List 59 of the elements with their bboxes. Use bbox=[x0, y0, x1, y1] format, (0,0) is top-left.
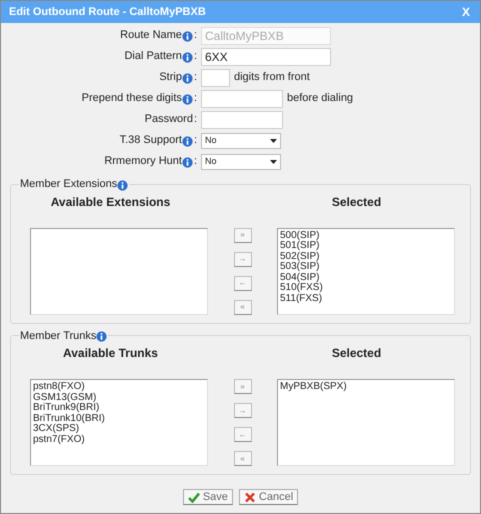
field-label: Strip bbox=[159, 70, 182, 86]
list-item[interactable]: 3CX(SPS) bbox=[33, 424, 207, 434]
field-label: Route Name bbox=[120, 28, 182, 44]
field-hint: digits from front bbox=[234, 70, 310, 86]
list-item[interactable]: pstn7(FXO) bbox=[33, 434, 207, 445]
list-box[interactable]: MyPBXB(SPX) bbox=[277, 379, 455, 466]
label-colon: : bbox=[194, 154, 197, 170]
field-label: T.38 Support bbox=[120, 133, 182, 148]
group-legend: Member Extensions bbox=[20, 176, 118, 192]
list-box[interactable]: pstn8(FXO) GSM13(GSM) BriTrunk9(BRI) BriTrunk10(BRI) 3CX(SPS) pstn7(FXO) bbox=[30, 379, 208, 466]
label-colon: : bbox=[194, 49, 197, 64]
list-item[interactable]: BriTrunk9(BRI) bbox=[33, 403, 207, 414]
list-item[interactable]: 502(SIP) bbox=[280, 252, 454, 262]
label-colon: : bbox=[194, 133, 197, 148]
list-item[interactable]: GSM13(GSM) bbox=[33, 392, 207, 403]
list-item[interactable]: BriTrunk10(BRI) bbox=[33, 414, 207, 424]
dropdown[interactable]: No bbox=[201, 132, 281, 148]
cancel-button[interactable]: Cancel bbox=[238, 489, 298, 505]
list-item[interactable]: 501(SIP) bbox=[280, 241, 454, 252]
list-item[interactable]: 511(FXS) bbox=[280, 294, 454, 304]
dropdown[interactable]: No bbox=[201, 154, 281, 170]
label-colon: : bbox=[194, 112, 197, 128]
label-colon: : bbox=[194, 28, 197, 44]
input-field[interactable] bbox=[201, 90, 283, 108]
cross-icon bbox=[244, 492, 256, 502]
field-label: Rrmemory Hunt bbox=[104, 154, 182, 170]
column-heading: Available Trunks bbox=[62, 345, 159, 362]
info-icon[interactable] bbox=[182, 52, 193, 63]
column-heading: Selected bbox=[330, 345, 382, 362]
field-hint: before dialing bbox=[287, 91, 354, 106]
save-button[interactable]: Save bbox=[182, 489, 233, 505]
info-icon[interactable] bbox=[182, 136, 193, 147]
label-colon: : bbox=[194, 70, 197, 86]
caret-icon bbox=[270, 138, 277, 142]
field-label: Password bbox=[144, 112, 193, 128]
field-label: Prepend these digits bbox=[82, 91, 182, 106]
checkmark-icon bbox=[188, 492, 200, 502]
input-field[interactable] bbox=[201, 68, 230, 86]
column-heading: Available Extensions bbox=[50, 194, 172, 210]
info-icon[interactable] bbox=[182, 156, 193, 168]
window-title: Edit Outbound Route - CalltoMyPBXB bbox=[9, 4, 206, 20]
field-label: Dial Pattern bbox=[124, 49, 182, 64]
list-item[interactable]: MyPBXB(SPX) bbox=[280, 382, 454, 392]
info-icon[interactable] bbox=[182, 94, 193, 105]
list-item[interactable]: 500(SIP) bbox=[280, 230, 454, 241]
column-heading: Selected bbox=[330, 194, 382, 210]
list-item[interactable]: 510(FXS) bbox=[280, 283, 454, 294]
caret-icon bbox=[270, 160, 277, 164]
info-icon[interactable] bbox=[117, 180, 128, 190]
list-item[interactable]: 503(SIP) bbox=[280, 262, 454, 272]
label-colon: : bbox=[194, 91, 197, 106]
info-icon[interactable] bbox=[96, 331, 108, 342]
list-box[interactable]: 500(SIP) 501(SIP) 502(SIP) 503(SIP) 504(SIP) 510(FXS) 511(FXS) bbox=[277, 228, 455, 314]
input-field[interactable]: 6XX bbox=[201, 48, 331, 66]
input-field[interactable] bbox=[201, 110, 283, 128]
group-legend: Member Trunks bbox=[20, 328, 96, 344]
list-item[interactable]: pstn8(FXO) bbox=[33, 382, 207, 392]
info-icon[interactable] bbox=[182, 72, 193, 84]
list-item[interactable]: 504(SIP) bbox=[280, 272, 454, 283]
